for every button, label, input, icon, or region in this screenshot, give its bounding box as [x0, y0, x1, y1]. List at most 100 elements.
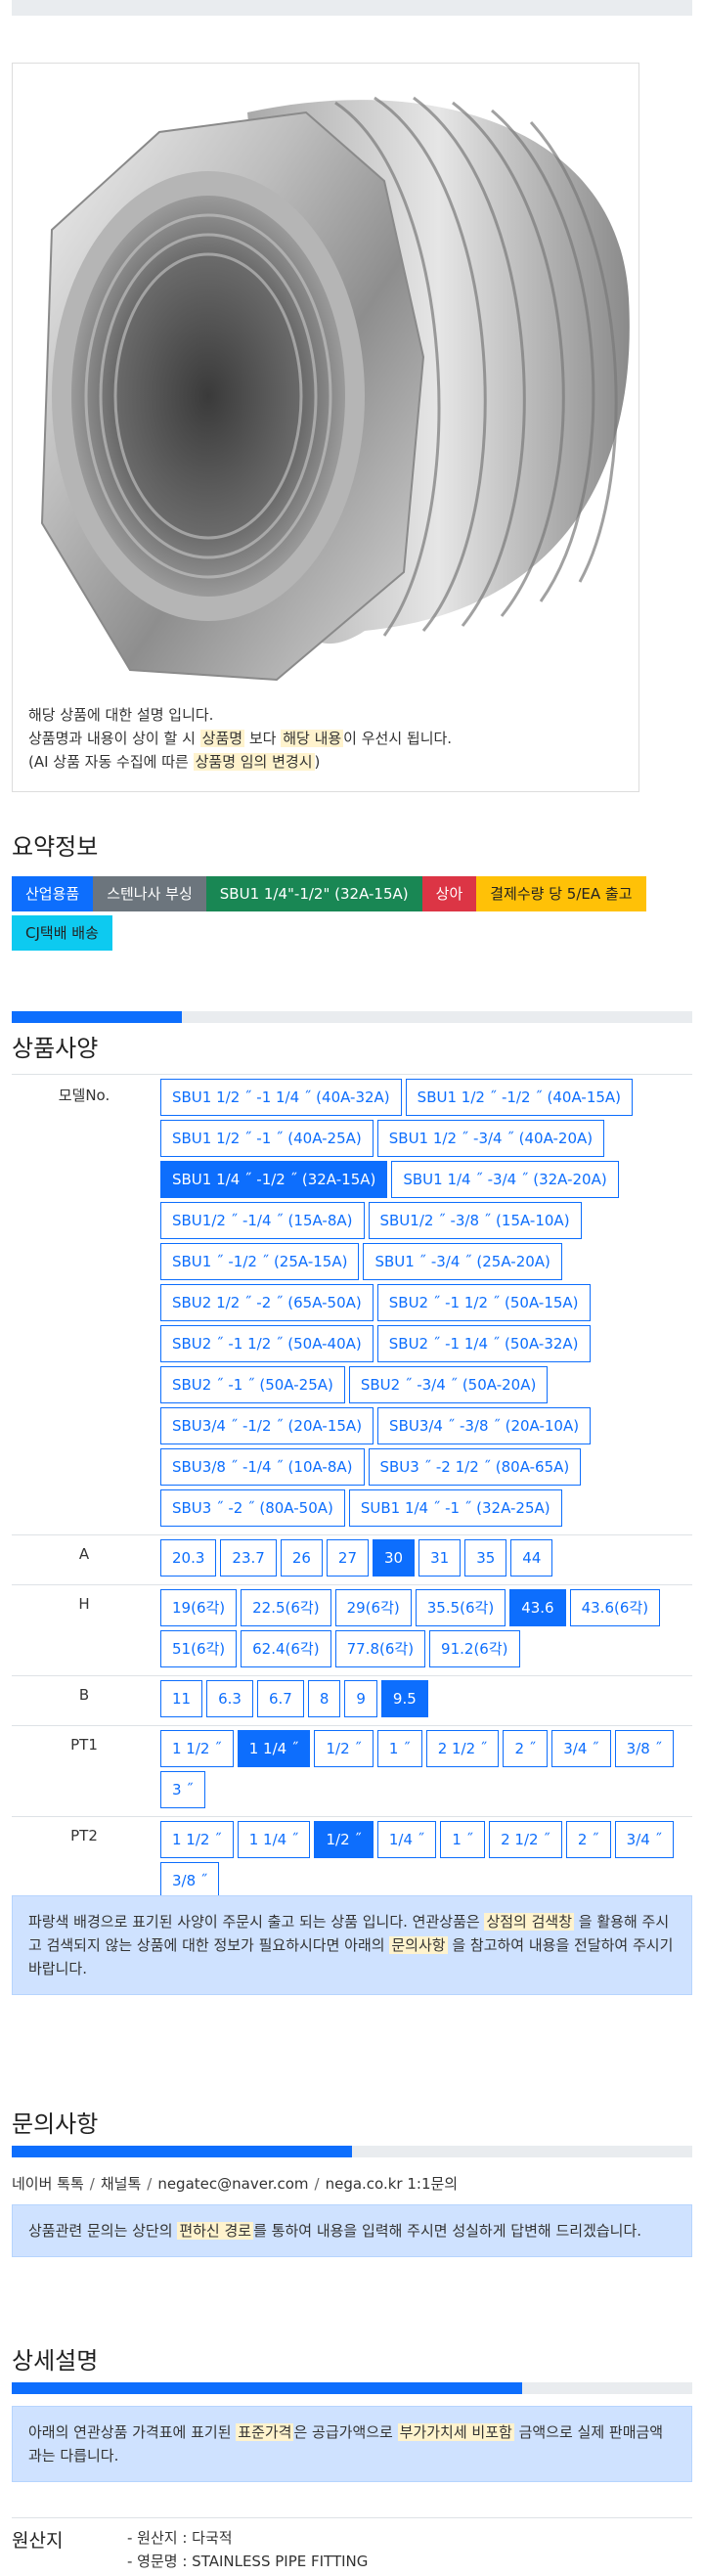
- inquiry-progress-fill: [12, 2146, 352, 2157]
- spec-option[interactable]: 1 ˝: [376, 1730, 422, 1767]
- contact-separator: /: [147, 2175, 153, 2193]
- spec-option[interactable]: 23.7: [220, 1539, 277, 1577]
- spec-option[interactable]: SBU1 1/2 ˝ -1/2 ˝ (40A-15A): [405, 1079, 634, 1116]
- info-text: 를 통하여 내용을 입력해 주시면 성실하게 답변해 드리겠습니다.: [253, 2222, 642, 2240]
- spec-option[interactable]: 3 ˝: [160, 1771, 205, 1808]
- spec-option[interactable]: 44: [510, 1539, 553, 1577]
- spec-option[interactable]: 2 1/2 ˝: [489, 1821, 562, 1858]
- spec-option[interactable]: SBU3 ˝ -2 1/2 ˝ (80A-65A): [368, 1448, 582, 1486]
- inquiry-progress-bar: [12, 2146, 692, 2157]
- spec-option[interactable]: SBU2 ˝ -1 ˝ (50A-25A): [160, 1366, 345, 1403]
- spec-option[interactable]: SUB1 1/4 ˝ -1 ˝ (32A-25A): [348, 1489, 562, 1527]
- contact-link[interactable]: 채널톡: [101, 2175, 141, 2193]
- spec-option[interactable]: 9: [344, 1680, 377, 1717]
- product-note-text: ): [314, 753, 321, 771]
- spec-option[interactable]: 1/4 ˝: [376, 1821, 437, 1858]
- spec-option[interactable]: 20.3: [160, 1539, 217, 1577]
- spec-option[interactable]: SBU1 ˝ -1/2 ˝ (25A-15A): [160, 1243, 360, 1280]
- highlight-text: 해당 내용: [281, 730, 344, 747]
- spec-option[interactable]: SBU1 1/2 ˝ -3/4 ˝ (40A-20A): [376, 1120, 605, 1157]
- spec-option[interactable]: 1 1/2 ˝: [160, 1730, 234, 1767]
- spec-option[interactable]: 3/4 ˝: [551, 1730, 611, 1767]
- spec-option-selected[interactable]: 1 1/4 ˝: [237, 1730, 311, 1767]
- contact-links: 네이버 톡톡 / 채널톡 / negatec@naver.com / nega.co.kr …: [12, 2173, 458, 2194]
- summary-badge: 스텐나사 부싱: [93, 876, 206, 911]
- spec-options: 20.3 23.7 26 27 30 31 35 44: [160, 1539, 688, 1580]
- spec-progress-bar: [12, 1011, 692, 1023]
- top-bar: [12, 0, 692, 16]
- contact-separator: /: [314, 2175, 320, 2193]
- spec-option[interactable]: SBU1/2 ˝ -1/4 ˝ (15A-8A): [160, 1202, 365, 1239]
- spec-options: 11 6.3 6.7 8 9 9.5: [160, 1680, 688, 1721]
- spec-option[interactable]: 11: [160, 1680, 203, 1717]
- spec-row: 모델No. SBU1 1/2 ˝ -1 1/4 ˝ (40A-32A) SBU1 1…: [12, 1074, 692, 1535]
- spec-row-options-cell: 1 1/2 ˝ 1 1/4 ˝ 1/2 ˝ 1/4 ˝ 1 ˝ 2 1/2 ˝ 2 ˝ 3/4…: [156, 1816, 692, 1907]
- spec-option[interactable]: 77.8(6각): [334, 1630, 426, 1667]
- inquiry-info-box: 상품관련 문의는 상단의 편하신 경로 를 통하여 내용을 입력해 주시면 성실하…: [12, 2204, 692, 2257]
- spec-option[interactable]: 1 1/4 ˝: [237, 1821, 311, 1858]
- spec-option[interactable]: 27: [326, 1539, 369, 1577]
- spec-option[interactable]: 1 ˝: [440, 1821, 486, 1858]
- spec-option[interactable]: 8: [307, 1680, 341, 1717]
- spec-option[interactable]: 35.5(6각): [415, 1589, 506, 1626]
- spec-option[interactable]: SBU1 1/2 ˝ -1 ˝ (40A-25A): [160, 1120, 374, 1157]
- spec-options: SBU1 1/2 ˝ -1 1/4 ˝ (40A-32A) SBU1 1/2 ˝ …: [160, 1079, 688, 1531]
- spec-option[interactable]: 91.2(6각): [429, 1630, 520, 1667]
- spec-option[interactable]: SBU1 1/2 ˝ -1 1/4 ˝ (40A-32A): [160, 1079, 402, 1116]
- spec-option[interactable]: 3/8 ˝: [160, 1862, 220, 1899]
- spec-option[interactable]: 43.6(6각): [569, 1589, 661, 1626]
- spec-option[interactable]: 31: [418, 1539, 462, 1577]
- spec-row-options-cell: 19(6각) 22.5(6각) 29(6각) 35.5(6각) 43.6 43.6(6각)…: [156, 1584, 692, 1676]
- spec-info-box: 파랑색 배경으로 표기된 사양이 주문시 출고 되는 상품 입니다. 연관상품은…: [12, 1895, 692, 1995]
- spec-option[interactable]: 3/8 ˝: [614, 1730, 675, 1767]
- spec-option-selected[interactable]: SBU1 1/4 ˝ -1/2 ˝ (32A-15A): [160, 1161, 388, 1198]
- highlight-text: 편하신 경로: [177, 2222, 254, 2240]
- contact-link[interactable]: nega.co.kr 1:1문의: [326, 2175, 459, 2193]
- detail-progress-bar: [12, 2382, 692, 2394]
- product-note-text: 상품명과 내용이 상이 할 시: [28, 730, 200, 747]
- info-text: 아래의 연관상품 가격표에 표기된: [28, 2423, 237, 2441]
- spec-option[interactable]: SBU3 ˝ -2 ˝ (80A-50A): [160, 1489, 345, 1527]
- spec-option[interactable]: SBU2 ˝ -1 1/2 ˝ (50A-15A): [376, 1284, 591, 1321]
- info-text: 상품관련 문의는 상단의: [28, 2222, 178, 2240]
- spec-option[interactable]: 1/2 ˝: [314, 1730, 374, 1767]
- spec-option[interactable]: 3/4 ˝: [614, 1821, 675, 1858]
- spec-option[interactable]: 2 ˝: [565, 1821, 611, 1858]
- spec-option[interactable]: SBU1 1/4 ˝ -3/4 ˝ (32A-20A): [391, 1161, 619, 1198]
- spec-option[interactable]: SBU3/4 ˝ -3/8 ˝ (20A-10A): [377, 1407, 592, 1444]
- detail-progress-fill: [12, 2382, 522, 2394]
- spec-option[interactable]: SBU1 ˝ -3/4 ˝ (25A-20A): [363, 1243, 562, 1280]
- spec-option[interactable]: 51(6각): [160, 1630, 238, 1667]
- spec-option[interactable]: SBU3/4 ˝ -1/2 ˝ (20A-15A): [160, 1407, 374, 1444]
- spec-row-options-cell: 11 6.3 6.7 8 9 9.5: [156, 1675, 692, 1726]
- spec-option[interactable]: SBU3/8 ˝ -1/4 ˝ (10A-8A): [160, 1448, 365, 1486]
- spec-row-options-cell: 1 1/2 ˝ 1 1/4 ˝ 1/2 ˝ 1 ˝ 2 1/2 ˝ 2 ˝ 3/4 ˝ 3/8…: [156, 1725, 692, 1817]
- spec-option[interactable]: SBU2 ˝ -3/4 ˝ (50A-20A): [348, 1366, 549, 1403]
- spec-option[interactable]: 29(6각): [334, 1589, 412, 1626]
- spec-option[interactable]: SBU2 ˝ -1 1/4 ˝ (50A-32A): [376, 1325, 591, 1362]
- highlight-text: 상품명 임의 변경시: [193, 753, 315, 771]
- contact-link[interactable]: 네이버 톡톡: [12, 2175, 84, 2193]
- spec-option[interactable]: SBU1/2 ˝ -3/8 ˝ (15A-10A): [368, 1202, 582, 1239]
- contact-link[interactable]: negatec@naver.com: [157, 2175, 308, 2193]
- spec-option[interactable]: 62.4(6각): [241, 1630, 331, 1667]
- spec-option[interactable]: 22.5(6각): [241, 1589, 331, 1626]
- spec-option[interactable]: 19(6각): [160, 1589, 238, 1626]
- spec-options: 1 1/2 ˝ 1 1/4 ˝ 1/2 ˝ 1 ˝ 2 1/2 ˝ 2 ˝ 3/4 ˝ 3/8…: [160, 1730, 688, 1812]
- spec-option-selected[interactable]: 30: [373, 1539, 416, 1577]
- spec-option[interactable]: 1 1/2 ˝: [160, 1821, 234, 1858]
- summary-badge: 산업용품: [12, 876, 94, 911]
- spec-option[interactable]: 35: [464, 1539, 507, 1577]
- spec-option[interactable]: SBU2 ˝ -1 1/2 ˝ (50A-40A): [160, 1325, 374, 1362]
- spec-option-selected[interactable]: 43.6: [509, 1589, 566, 1626]
- product-note-line1: 해당 상품에 대한 설명 입니다.: [28, 706, 214, 724]
- spec-option[interactable]: 2 ˝: [503, 1730, 549, 1767]
- spec-option[interactable]: SBU2 1/2 ˝ -2 ˝ (65A-50A): [160, 1284, 374, 1321]
- spec-option[interactable]: 6.3: [206, 1680, 253, 1717]
- spec-option-selected[interactable]: 1/2 ˝: [314, 1821, 374, 1858]
- spec-option-selected[interactable]: 9.5: [380, 1680, 428, 1717]
- spec-option[interactable]: 6.7: [256, 1680, 304, 1717]
- spec-option[interactable]: 26: [280, 1539, 323, 1577]
- spec-row: B 11 6.3 6.7 8 9 9.5: [12, 1675, 692, 1726]
- spec-option[interactable]: 2 1/2 ˝: [425, 1730, 500, 1767]
